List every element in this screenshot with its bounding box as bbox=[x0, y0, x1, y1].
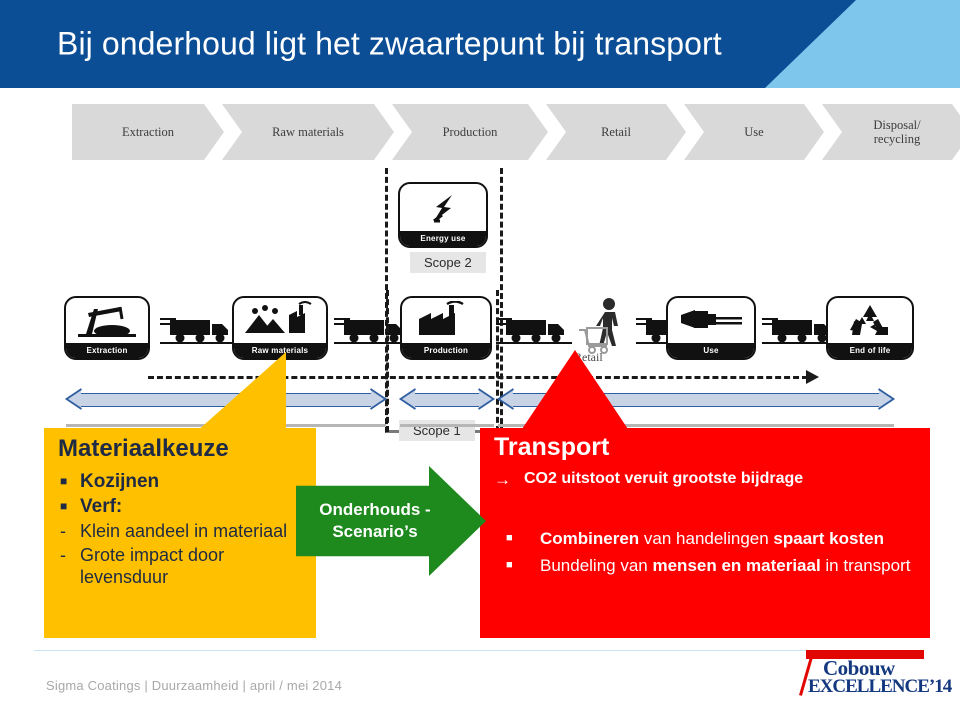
footer-divider bbox=[34, 650, 926, 651]
chevron-label: Use bbox=[744, 124, 764, 139]
stage-caption: Raw materials bbox=[234, 343, 326, 358]
shopper-cart-icon bbox=[570, 296, 636, 358]
lightning-bolt-icon bbox=[400, 184, 486, 231]
list-item: - Klein aandeel in materiaal bbox=[54, 520, 312, 543]
list-item-label: Bundeling van mensen en materiaal in tra… bbox=[540, 555, 911, 575]
double-arrow-middle bbox=[398, 388, 496, 410]
cobouw-excellence-logo: Cobouw EXCELLENCE’14 bbox=[799, 650, 952, 700]
truck-icon bbox=[160, 312, 236, 348]
red-callout: Transport → CO2 uitstoot veruit grootste… bbox=[480, 428, 930, 638]
yellow-callout-heading: Materiaalkeuze bbox=[58, 435, 229, 462]
list-item: ■ Kozijnen bbox=[54, 470, 312, 494]
square-bullet-icon: ■ bbox=[60, 474, 68, 488]
header-accent-shape bbox=[765, 0, 960, 88]
chevron-production: Production bbox=[392, 104, 548, 160]
stage-card-production: Production bbox=[400, 296, 492, 360]
red-callout-list: ■ Combineren van handelingen spaart kost… bbox=[506, 528, 926, 582]
green-scenario-arrow: Onderhouds - Scenario’s bbox=[296, 466, 486, 576]
factory-icon bbox=[402, 298, 490, 343]
list-item: ■ Verf: bbox=[54, 495, 312, 519]
scope1-left-boundary bbox=[386, 290, 389, 432]
page-title: Bij onderhoud ligt het zwaartepunt bij t… bbox=[57, 25, 722, 62]
scope1-right-boundary bbox=[496, 290, 499, 432]
red-callout-arrow-text: CO2 uitstoot veruit grootste bijdrage bbox=[524, 470, 804, 487]
logo-word-excellence: EXCELLENCE’14 bbox=[808, 676, 952, 697]
chevron-use: Use bbox=[684, 104, 824, 160]
square-bullet-icon: ■ bbox=[506, 532, 513, 544]
list-item-label: Combineren van handelingen spaart kosten bbox=[540, 529, 884, 548]
green-arrow-label: Onderhouds - Scenario’s bbox=[319, 499, 431, 541]
quarry-factory-icon bbox=[234, 298, 326, 343]
chevron-label: Disposal/recycling bbox=[873, 117, 921, 146]
chevron-raw-materials: Raw materials bbox=[222, 104, 394, 160]
stage-caption: Production bbox=[402, 343, 490, 358]
stage-caption: End of life bbox=[828, 343, 912, 358]
chevron-label: Production bbox=[442, 124, 498, 139]
stage-icon-row: Extraction Raw materials Production Reta… bbox=[0, 296, 960, 364]
yellow-callout-list: ■ Kozijnen ■ Verf: - Klein aandeel in ma… bbox=[54, 470, 312, 590]
paint-brush-icon bbox=[668, 298, 754, 343]
truck-icon bbox=[334, 312, 410, 348]
stage-card-raw-materials: Raw materials bbox=[232, 296, 328, 360]
energy-use-caption: Energy use bbox=[400, 231, 486, 246]
energy-use-card: Energy use bbox=[398, 182, 488, 248]
list-item: - Grote impact door levensduur bbox=[54, 544, 312, 589]
lifecycle-chevron-row: Extraction Raw materials Production Reta… bbox=[72, 104, 894, 160]
flow-arrowhead-icon bbox=[806, 370, 819, 384]
baseline-middle bbox=[400, 424, 494, 427]
stage-caption: Extraction bbox=[66, 343, 148, 358]
chevron-retail: Retail bbox=[546, 104, 686, 160]
slide-header: Bij onderhoud ligt het zwaartepunt bij t… bbox=[0, 0, 960, 88]
list-item-label: Verf: bbox=[80, 495, 123, 517]
chevron-disposal-recycling: Disposal/recycling bbox=[822, 104, 960, 160]
list-item: ■ Combineren van handelingen spaart kost… bbox=[506, 528, 926, 551]
footer-text: Sigma Coatings | Duurzaamheid | april / … bbox=[46, 678, 342, 693]
stage-card-extraction: Extraction bbox=[64, 296, 150, 360]
red-callout-heading: Transport bbox=[494, 433, 610, 461]
scope2-label: Scope 2 bbox=[410, 252, 486, 273]
stage-caption: Use bbox=[668, 343, 754, 358]
yellow-callout: Materiaalkeuze ■ Kozijnen ■ Verf: - Klei… bbox=[44, 428, 316, 638]
list-item-label: Grote impact door levensduur bbox=[80, 544, 225, 588]
right-arrow-icon: → bbox=[494, 470, 511, 489]
dash-bullet-icon: - bbox=[60, 544, 66, 565]
stage-card-end-of-life: End of life bbox=[826, 296, 914, 360]
red-callout-arrow-line: → CO2 uitstoot veruit grootste bijdrage bbox=[494, 470, 803, 490]
chevron-extraction: Extraction bbox=[72, 104, 224, 160]
flow-dashed-line bbox=[148, 376, 808, 379]
stage-card-use: Use bbox=[666, 296, 756, 360]
list-item-label: Kozijnen bbox=[80, 471, 160, 492]
recycle-icon bbox=[828, 298, 912, 343]
square-bullet-icon: ■ bbox=[60, 498, 68, 513]
oil-pump-icon bbox=[66, 298, 148, 343]
list-item: ■ Bundeling van mensen en materiaal in t… bbox=[506, 555, 926, 578]
list-item-label: Klein aandeel in materiaal bbox=[80, 520, 288, 541]
truck-icon bbox=[496, 312, 572, 348]
chevron-label: Extraction bbox=[121, 124, 175, 139]
slide-root: Bij onderhoud ligt het zwaartepunt bij t… bbox=[0, 0, 960, 712]
chevron-label: Retail bbox=[601, 124, 631, 139]
dash-bullet-icon: - bbox=[60, 520, 66, 541]
square-bullet-icon: ■ bbox=[506, 558, 513, 571]
chevron-label: Raw materials bbox=[272, 124, 344, 139]
